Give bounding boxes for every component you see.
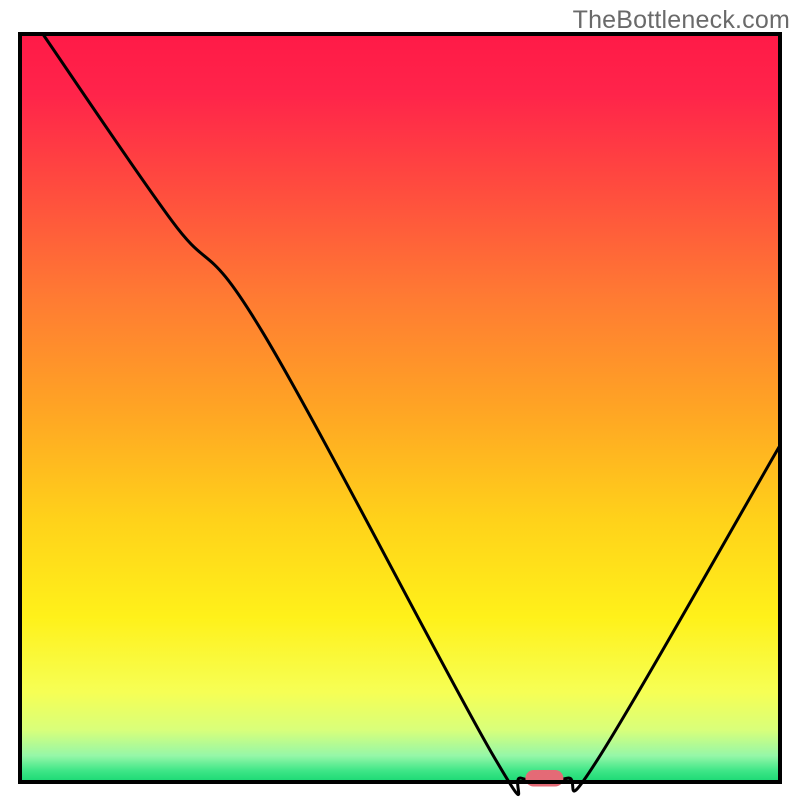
bottleneck-chart: TheBottleneck.com [0,0,800,800]
plot-background [20,34,780,782]
optimal-marker [525,770,563,786]
watermark-text: TheBottleneck.com [573,6,790,35]
chart-svg [0,0,800,800]
